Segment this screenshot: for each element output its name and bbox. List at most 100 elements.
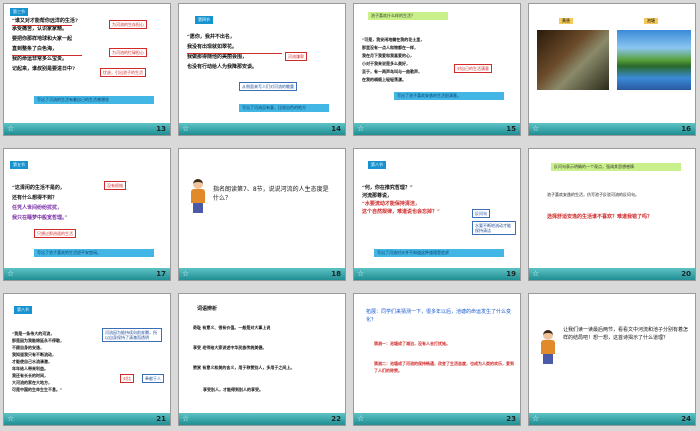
star-icon: ☆ xyxy=(7,414,15,423)
slide-footer: ☆ 21 xyxy=(4,413,170,425)
poem-line: 我还有长长的时间， xyxy=(12,373,48,378)
slide-footer: ☆ 13 xyxy=(4,123,170,135)
underline xyxy=(12,55,82,56)
annotation-box: 反问句 xyxy=(472,209,490,218)
answer-text: 选择舒适安逸的生活谁不喜欢？难道我错了吗？ xyxy=(547,214,653,220)
slide-number: 15 xyxy=(506,125,516,133)
prompt-text: 指名朗读第7、8节，说说河流的人生态度是什么？ xyxy=(213,186,329,202)
poem-line: 也没有行动给人为我降那安谈。 xyxy=(187,64,258,70)
summary-band: 写出了池子喜欢安逸的生活很满意。 xyxy=(394,92,504,100)
poem-line: 河流那尊说， xyxy=(362,193,393,199)
annotation-box: 从侧面来写人们对河流的敬重 xyxy=(239,82,297,91)
slide-number: 16 xyxy=(681,125,691,133)
section-tag: 第八节 xyxy=(368,161,386,169)
word-pair: 赞赏 有意义和美的含义，用于称赞别人，多用于之间上。 xyxy=(193,365,295,370)
summary-band: 写出了河流对水并不知道这种道理是追求 xyxy=(374,249,504,257)
star-icon: ☆ xyxy=(182,414,190,423)
slide-18[interactable]: 指名朗读第7、8节，说说河流的人生态度是什么？ ☆ 18 xyxy=(178,148,346,281)
slide-22[interactable]: 词语辨析 奇耻 有意义、很有价值。一般是对大事上说 享受 老师给大家讲述中华民族… xyxy=(178,293,346,426)
section-tag: 第三节 xyxy=(10,8,28,16)
poem-line: 要把你那样地球和大家一起 xyxy=(12,36,73,42)
slide-footer: ☆ 17 xyxy=(4,268,170,280)
word-pair: 享受 老师给大家讲述中华民族传统美德。 xyxy=(193,345,267,350)
poem-line: 记起来，谁叔别是要进日中? xyxy=(12,66,75,72)
poem-line: 才能使自己水流清澈， xyxy=(12,359,52,364)
section-tag: 第五节 xyxy=(10,161,28,169)
slide-14[interactable]: 第四节 “愿你，我并不出名， 我没有出现就如翠花。 我做那得随他的美丽会围， 也… xyxy=(178,3,346,136)
slide-title: 词语辨析 xyxy=(197,306,218,312)
word-pair: 享受别人，才能得到别人的享受。 xyxy=(203,387,263,392)
poem-line: “可是，我安闲地躺在我的花土里， xyxy=(362,37,425,42)
slide-footer: ☆ 14 xyxy=(179,123,345,135)
poem-line: 年年给人带来利益。 xyxy=(12,366,48,371)
poem-line: 还有什么想得不到？ xyxy=(12,195,58,201)
annotation-box: 对比 xyxy=(120,374,134,383)
star-icon: ☆ xyxy=(7,124,15,133)
annotation-box: 只想过那逍遥的生活 xyxy=(34,229,76,238)
slide-20[interactable]: 反问句表示明确的一个观点，强调其思想感情 池子喜欢安逸的生活，仿写池子反驳河流的… xyxy=(528,148,696,281)
annotation-box: 对自己的生活满意 xyxy=(454,64,492,73)
poem-line: “这清闲的生活不是的， xyxy=(12,185,65,191)
answer-text: 猜测一：池塘成了湖泊，没有人去打扰她。 xyxy=(374,341,450,346)
poem-line: 我做那得随他的美丽会围， xyxy=(187,54,248,60)
dusk-photo xyxy=(537,30,609,90)
annotation-box: 为河流的生存担心 xyxy=(109,20,147,29)
underline xyxy=(12,25,72,26)
slide-16[interactable]: 黄昏 池塘 ☆ 16 xyxy=(528,3,696,136)
poem-line: 我的命运非常多么宝贵。 xyxy=(12,56,68,62)
slide-footer: ☆ 24 xyxy=(529,413,695,425)
poem-line: 直到整条了白色海， xyxy=(12,46,58,52)
answer-text: 猜测二：池塘成了河流的保持畅通，改变了生活态度，也成为人类的欢乐，爱到了人们的称… xyxy=(374,361,514,373)
poem-line: 任凭人世间纷纷扰扰， xyxy=(12,205,63,211)
poem-line: 至于，有一两声鸟叫与一曲歌声， xyxy=(362,69,422,74)
summary-band: 写出了池子喜欢的生活很平安悠闲。 xyxy=(34,249,154,257)
slide-17[interactable]: 第五节 “这清闲的生活不是的， 还有什么想得不到？ 任凭人世间纷纷扰扰， 我只在… xyxy=(3,148,171,281)
annotation-box: 忧虑，引出池子的生活 xyxy=(100,68,146,77)
poem-line: 不顾自身的安逸， xyxy=(12,345,44,350)
annotation-box: 河流因为能持续向前奔腾，所以自身保持了清澈而透明 xyxy=(102,328,162,342)
slide-sorter-grid: 第三节 “谁又对才能帮你远洋的生活? 承受痛苦，认识家家精。 要把你那样地球和大… xyxy=(0,0,700,431)
slide-footer: ☆ 23 xyxy=(354,413,520,425)
poem-line: 那里没有一点人和物都在一样， xyxy=(362,45,418,50)
teacher-illustration xyxy=(189,179,207,213)
section-tag: 第四节 xyxy=(195,16,213,24)
underline xyxy=(187,53,282,54)
star-icon: ☆ xyxy=(357,269,365,278)
slide-footer: ☆ 19 xyxy=(354,268,520,280)
slide-number: 14 xyxy=(331,125,341,133)
slide-21[interactable]: 第八节 “我是一条伟大的河流， 那是因为我能绵延永不停歇， 不顾自身的安逸， 我… xyxy=(3,293,171,426)
poem-line: 我没有出现就如翠花。 xyxy=(187,44,238,50)
question-banner: 反问句表示明确的一个观点，强调其思想感情 xyxy=(551,163,681,171)
slide-24[interactable]: 让我们读一读最后两节，看看文中河流和池子分别有着怎样的结局吧！想一想，这首诗揭示… xyxy=(528,293,696,426)
slide-15[interactable]: 池子喜欢什么样的生活？ “可是，我安闲地躺在我的花土里， 那里没有一点人和物都在… xyxy=(353,3,521,136)
slide-number: 17 xyxy=(156,270,166,278)
poem-line: “何，你在推究哲理？” xyxy=(362,185,413,191)
slide-number: 19 xyxy=(506,270,516,278)
slide-footer: ☆ 22 xyxy=(179,413,345,425)
word-pair: 奇耻 有意义、很有价值。一般是对大事上说 xyxy=(193,325,271,330)
slide-number: 21 xyxy=(156,415,166,423)
slide-number: 23 xyxy=(506,415,516,423)
poem-line: 承受痛苦，认识家家精。 xyxy=(12,26,68,32)
poem-line: 大河流的家在大地方， xyxy=(12,380,52,385)
star-icon: ☆ xyxy=(357,124,365,133)
poem-line: 小对于我来说是多么美好， xyxy=(362,61,410,66)
slide-number: 18 xyxy=(331,270,341,278)
poem-line: 这个自然规律，难道说也会忘掉？” xyxy=(362,209,440,215)
slide-19[interactable]: 第八节 “何，你在推究哲理？” 河流那尊说， “水要流动才能保持清洁， 这个自然… xyxy=(353,148,521,281)
annotation-box: 水要不断地流动才能保持清洁 xyxy=(472,221,516,235)
slide-13[interactable]: 第三节 “谁又对才能帮你远洋的生活? 承受痛苦，认识家家精。 要把你那样地球和大… xyxy=(3,3,171,136)
star-icon: ☆ xyxy=(182,124,190,133)
annotation-box: 没有烦恼 xyxy=(104,181,126,190)
slide-23[interactable]: 拓展：同学们来猜测一下，很多年以后，池塘的命运发生了什么变化？ 猜测一：池塘成了… xyxy=(353,293,521,426)
poem-line: “谁又对才能帮你远洋的生活? xyxy=(12,18,78,24)
question-banner: 池子喜欢什么样的生活？ xyxy=(368,12,448,20)
slide-footer: ☆ 18 xyxy=(179,268,345,280)
pond-photo xyxy=(617,30,691,90)
poem-line: 我只在睡梦中般宽哲理。” xyxy=(12,215,68,221)
star-icon: ☆ xyxy=(532,414,540,423)
prompt-text: 让我们读一读最后两节，看看文中河流和池子分别有着怎样的结局吧！想一想，这首诗揭示… xyxy=(563,327,689,341)
poem-line: 我在月下我爱和我喜爱的心， xyxy=(362,53,414,58)
poem-line: 在我的绸缎上轻轻荡漾。 xyxy=(362,77,406,82)
photo-label: 黄昏 xyxy=(559,18,573,24)
